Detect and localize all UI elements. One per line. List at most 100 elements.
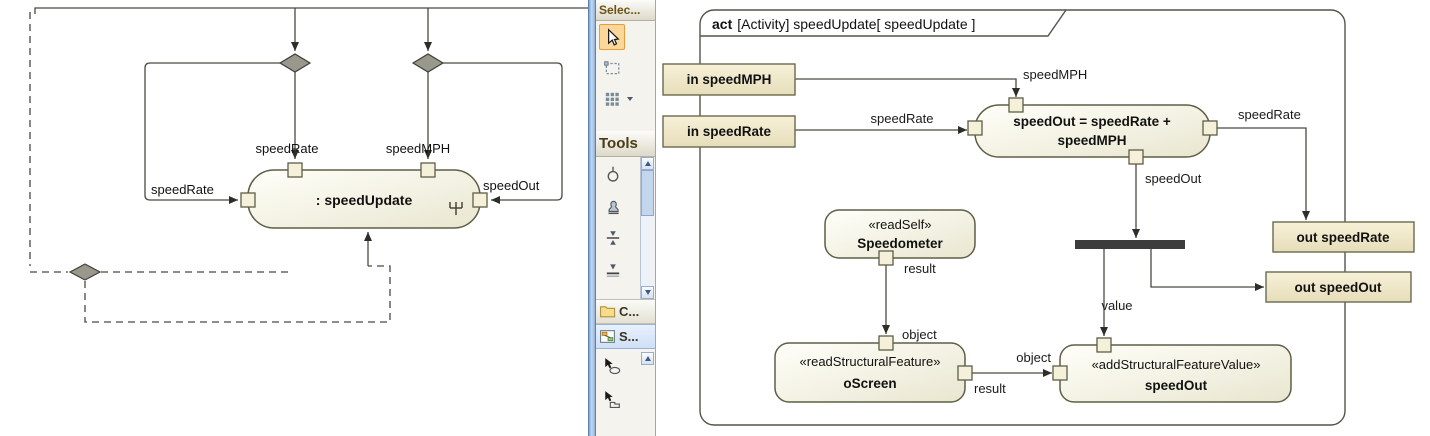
section-header-selection[interactable]: Selec... xyxy=(596,0,655,21)
tools-scrollbar[interactable] xyxy=(640,157,654,299)
pin-value-addsfv[interactable] xyxy=(1097,338,1111,352)
application-window: speedRate speedMPH speedRate speedOut : … xyxy=(0,0,1430,436)
align-middle-tool-button[interactable] xyxy=(600,225,626,251)
align-bottom-icon xyxy=(604,261,622,279)
readstructural-name: oScreen xyxy=(843,376,896,391)
pin-speedmph[interactable] xyxy=(1009,98,1023,112)
frame-title: act[Activity] speedUpdate[ speedUpdate ] xyxy=(712,16,975,32)
merge-node-bottom[interactable] xyxy=(70,264,100,280)
label-edge-speedrate-out: speedRate xyxy=(1238,107,1301,122)
left-diagram-pane[interactable]: speedRate speedMPH speedRate speedOut : … xyxy=(0,0,588,436)
grid-select-tool-button[interactable] xyxy=(599,86,625,112)
folder-icon xyxy=(599,303,616,320)
pin-speedrate-top[interactable] xyxy=(288,163,302,177)
scroll-down-button[interactable] xyxy=(641,286,654,299)
label-result-oscreen: result xyxy=(974,381,1006,396)
structure-tools-group xyxy=(596,349,655,436)
stamp-icon xyxy=(604,197,622,215)
edge-fork-to-outspeedout[interactable] xyxy=(1151,249,1264,287)
addstructural-name: speedOut xyxy=(1145,378,1208,393)
bottom-scroll-up-button[interactable] xyxy=(641,352,654,365)
pin-result-oscreen[interactable] xyxy=(958,366,972,380)
tools-section-label: Tools xyxy=(599,135,638,152)
main-action-line2: speedMPH xyxy=(1057,133,1126,148)
edge-top-boundary[interactable] xyxy=(35,8,588,14)
anchor-tool-button[interactable] xyxy=(600,161,626,187)
marquee-select-tool-button[interactable] xyxy=(599,55,625,81)
stamp-tool-button[interactable] xyxy=(600,193,626,219)
pin-speedrate-output[interactable] xyxy=(1203,121,1217,135)
align-bottom-tool-button[interactable] xyxy=(600,257,626,283)
label-object-oscreen: object xyxy=(902,327,937,342)
selection-tools-group xyxy=(596,21,655,131)
align-vertical-center-icon xyxy=(604,229,622,247)
selection-section-label: Selec... xyxy=(599,3,640,17)
containment-section-label: C... xyxy=(619,304,639,319)
pin-speedout-output[interactable] xyxy=(1129,150,1143,164)
label-result-speedometer: result xyxy=(904,261,936,276)
grid-icon xyxy=(603,90,621,108)
triangle-up-icon xyxy=(645,161,651,166)
pin-label-speedrate-top: speedRate xyxy=(256,141,319,156)
fork-node[interactable] xyxy=(1075,240,1185,249)
param-label-out-speedout: out speedOut xyxy=(1295,280,1383,295)
left-diagram-canvas[interactable]: speedRate speedMPH speedRate speedOut : … xyxy=(0,0,588,436)
frame-keyword: act xyxy=(712,16,733,32)
edge-pin-to-outspeedrate[interactable] xyxy=(1217,128,1306,220)
pointer-shape-tool-button[interactable] xyxy=(599,353,625,379)
pin-speedrate-left[interactable] xyxy=(241,193,255,207)
marquee-selection-icon xyxy=(603,59,621,77)
readself-name: Speedometer xyxy=(857,236,943,251)
triangle-down-icon xyxy=(645,290,651,295)
section-header-tools[interactable]: Tools xyxy=(596,131,655,157)
section-header-containment[interactable]: C... xyxy=(596,299,655,324)
dashed-edge-loop[interactable] xyxy=(85,266,390,322)
pin-speedmph-top[interactable] xyxy=(421,163,435,177)
param-label-in-speedmph: in speedMPH xyxy=(687,72,772,87)
pointer-package-tool-button[interactable] xyxy=(599,386,625,412)
structure-section-label: S... xyxy=(619,329,639,344)
tools-scrollbar-thumb[interactable] xyxy=(641,170,654,216)
pin-label-speedmph-top: speedMPH xyxy=(386,141,450,156)
pin-label-speedout-right: speedOut xyxy=(483,178,540,193)
label-value: value xyxy=(1101,298,1132,313)
edge-inspeedmph-to-pin[interactable] xyxy=(795,79,1016,97)
section-header-structure[interactable]: S... xyxy=(596,324,655,349)
param-label-in-speedrate: in speedRate xyxy=(687,124,772,139)
tool-palette-panel: Selec... xyxy=(588,0,656,436)
label-pin-speedout: speedOut xyxy=(1145,171,1202,186)
label-pin-speedmph: speedMPH xyxy=(1023,67,1087,82)
diagram-icon xyxy=(599,328,616,345)
main-action-line1: speedOut = speedRate + xyxy=(1013,114,1171,129)
pin-object-addsfv[interactable] xyxy=(1053,366,1067,380)
label-edge-speedrate-in: speedRate xyxy=(871,111,934,126)
readself-stereotype: «readSelf» xyxy=(869,217,932,232)
pin-label-speedrate-left: speedRate xyxy=(151,182,214,197)
merge-node-right[interactable] xyxy=(413,54,443,72)
action-speedout-expression[interactable] xyxy=(975,105,1210,157)
param-label-out-speedrate: out speedRate xyxy=(1296,230,1390,245)
pin-result-speedometer[interactable] xyxy=(879,251,893,265)
triangle-up-icon xyxy=(645,356,651,361)
dropdown-arrow-icon[interactable] xyxy=(627,97,633,101)
addstructural-stereotype: «addStructuralFeatureValue» xyxy=(1092,357,1261,372)
merge-node-left[interactable] xyxy=(280,54,310,72)
tools-section xyxy=(596,157,655,299)
frame-title-rest: [Activity] speedUpdate[ speedUpdate ] xyxy=(737,16,975,32)
canvas-vertical-scrollbar[interactable] xyxy=(588,0,596,436)
anchor-circle-icon xyxy=(604,165,622,183)
action-name-speedupdate: : speedUpdate xyxy=(316,192,413,208)
pointer-package-icon xyxy=(603,390,621,408)
activity-diagram-pane[interactable]: act[Activity] speedUpdate[ speedUpdate ] xyxy=(656,0,1430,436)
pin-speedrate-input[interactable] xyxy=(968,121,982,135)
action-readstructuralfeature-oscreen[interactable] xyxy=(775,343,965,402)
pin-speedout-right[interactable] xyxy=(473,193,487,207)
action-addstructuralfeaturevalue-speedout[interactable] xyxy=(1060,345,1291,402)
label-object-addsfv: object xyxy=(1016,350,1051,365)
pin-object-oscreen[interactable] xyxy=(879,336,893,350)
scroll-up-button[interactable] xyxy=(641,157,654,170)
activity-diagram-canvas[interactable]: act[Activity] speedUpdate[ speedUpdate ] xyxy=(656,0,1430,436)
pointer-cursor-icon xyxy=(603,28,621,46)
pointer-tool-button[interactable] xyxy=(599,24,625,50)
pointer-oval-icon xyxy=(603,357,621,375)
